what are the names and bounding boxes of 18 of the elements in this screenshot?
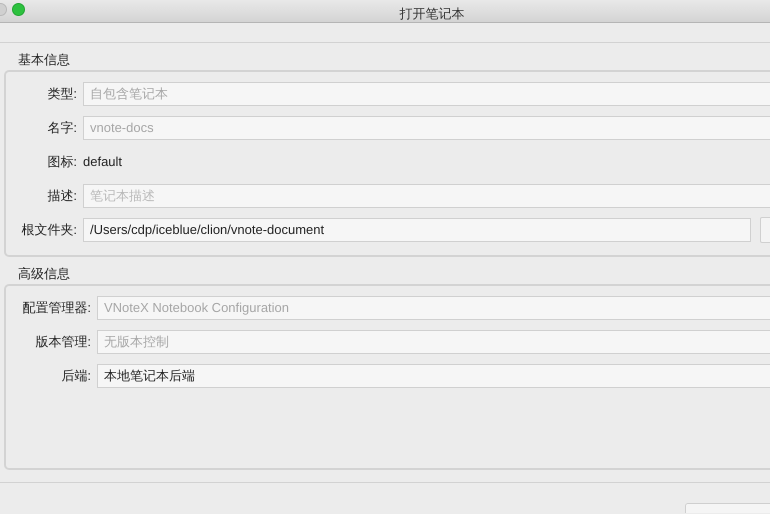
field-label: 根文件夹:	[20, 221, 78, 240]
input-field[interactable]: 笔记本描述	[83, 184, 770, 208]
input-field[interactable]: /Users/cdp/iceblue/clion/vnote-document	[83, 218, 751, 242]
browse-button[interactable]	[760, 217, 770, 243]
input-field[interactable]: 本地笔记本后端	[97, 364, 770, 388]
field-label: 类型:	[46, 85, 78, 104]
field-label: 配置管理器:	[21, 299, 92, 318]
zoom-window-icon[interactable]	[12, 3, 25, 16]
field-label: 图标:	[46, 153, 78, 172]
group-title: 基本信息	[18, 52, 71, 68]
field-value: default	[83, 153, 122, 172]
group-title: 高级信息	[18, 266, 71, 282]
window-title: 打开笔记本	[398, 5, 466, 23]
field-label: 描述:	[46, 187, 78, 206]
field-label: 版本管理:	[34, 333, 92, 352]
field-label: 后端:	[60, 367, 92, 386]
dialog-button[interactable]	[685, 503, 770, 513]
field-label: 名字:	[46, 119, 78, 138]
